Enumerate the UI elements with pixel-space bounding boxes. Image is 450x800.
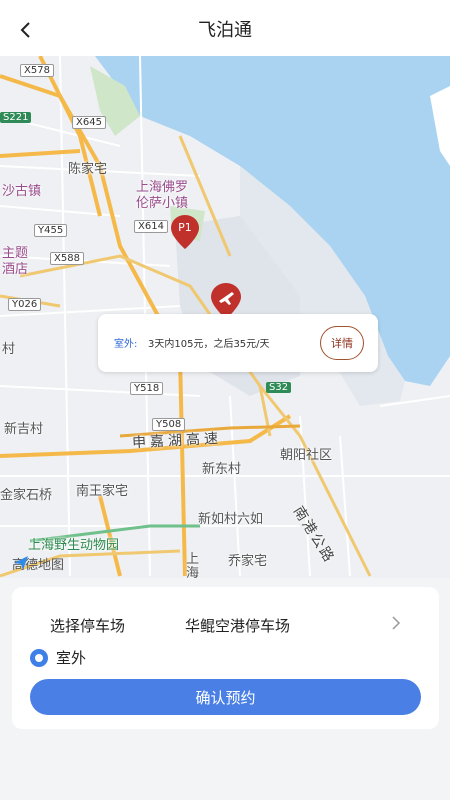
map-place-label: 沙古镇 [2,184,42,199]
map-place-label: 陈家宅 [68,162,108,177]
chevron-right-icon[interactable] [386,613,406,633]
map-place-label: 金家石桥 [0,488,53,503]
map-place-label: 新如村六如 [198,512,264,527]
pin-label: P1 [178,221,192,234]
radio-selected-icon[interactable] [30,648,48,667]
road-badge: X614 [134,220,168,233]
info-label: 室外: [114,339,138,350]
top-bar: 飞泊通 [0,0,450,56]
amap-logo: 高德地图 [12,554,64,573]
road-badge: S221 [0,112,32,123]
map-place-label: 新吉村 [4,422,44,437]
map-place-label: 新东村 [202,462,242,477]
map-place-label: 朝阳社区 [280,448,333,463]
map-place-label: 南王家宅 [76,484,129,499]
page-title: 飞泊通 [198,20,252,41]
confirm-booking-button[interactable]: 确认预约 [30,679,421,715]
road-badge: X645 [72,116,106,129]
road-badge: Y455 [34,224,68,237]
outdoor-radio-option[interactable]: 室外 [30,647,86,668]
price-info-card: 室外: 3天内105元，之后35元/天 详情 [98,314,378,372]
map-place-label: 酒店 [2,262,29,277]
detail-button[interactable]: 详情 [320,326,364,360]
navigation-arrow-icon [14,556,28,570]
map-place-label: 村 [2,342,16,357]
road-badge: S32 [266,382,292,393]
radio-label: 室外 [56,649,87,667]
road-badge: Y518 [130,382,164,395]
map-place-label: 海 [186,566,200,578]
booking-panel: 选择停车场 华鲲空港停车场 室外 确认预约 [12,587,439,729]
price-text: 3天内105元，之后35元/天 [148,339,270,350]
road-badge: X588 [50,252,84,265]
selected-parking-value[interactable]: 华鲲空港停车场 [185,615,290,636]
map-place-label: 伦萨小镇 [136,196,189,211]
map-place-label: 乔家宅 [228,554,268,569]
map-place-label: 上海野生动物园 [28,538,120,553]
road-badge: X578 [20,64,54,77]
select-parking-label: 选择停车场 [50,617,126,635]
road-badge: Y026 [8,298,42,311]
